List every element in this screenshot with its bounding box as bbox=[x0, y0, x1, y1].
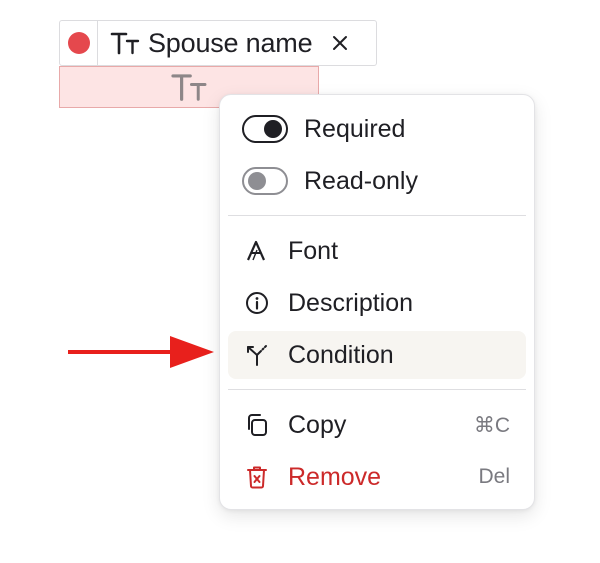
menu-item-copy[interactable]: Copy ⌘C bbox=[228, 401, 526, 449]
readonly-toggle-row[interactable]: Read-only bbox=[242, 163, 512, 199]
field-name-area: Spouse name bbox=[98, 21, 348, 65]
condition-icon bbox=[247, 345, 267, 366]
toggle-knob bbox=[248, 172, 266, 190]
field-header: Spouse name bbox=[59, 20, 377, 66]
field-color-dot bbox=[67, 32, 90, 54]
trash-icon bbox=[247, 466, 267, 489]
field-context-menu: Required Read-only Font Description Cond bbox=[219, 94, 535, 510]
shortcut-label: ⌘C bbox=[473, 413, 510, 437]
menu-item-description[interactable]: Description bbox=[228, 279, 526, 327]
close-icon[interactable] bbox=[332, 35, 348, 51]
menu-item-remove[interactable]: Remove Del bbox=[228, 453, 526, 501]
toggle-knob bbox=[264, 120, 282, 138]
shortcut-label: Del bbox=[478, 465, 510, 488]
menu-item-condition[interactable]: Condition bbox=[228, 331, 526, 379]
menu-item-label: Copy bbox=[288, 410, 347, 439]
required-label: Required bbox=[304, 114, 406, 143]
field-name[interactable]: Spouse name bbox=[148, 28, 313, 59]
text-type-icon bbox=[171, 74, 207, 101]
menu-item-label: Condition bbox=[288, 340, 394, 369]
readonly-label: Read-only bbox=[304, 166, 418, 195]
menu-divider bbox=[228, 215, 526, 216]
text-type-icon bbox=[110, 32, 140, 55]
copy-icon bbox=[248, 414, 267, 436]
menu-item-label: Description bbox=[288, 288, 414, 317]
required-toggle-row[interactable]: Required bbox=[242, 111, 512, 147]
menu-item-label: Remove bbox=[288, 462, 382, 491]
field-color-picker[interactable] bbox=[60, 21, 98, 65]
menu-divider bbox=[228, 389, 526, 390]
required-toggle[interactable] bbox=[242, 115, 288, 143]
info-icon bbox=[246, 292, 268, 314]
readonly-toggle[interactable] bbox=[242, 167, 288, 195]
menu-item-label: Font bbox=[288, 236, 339, 265]
pointer-arrow bbox=[68, 336, 214, 368]
menu-item-font[interactable]: Font bbox=[228, 227, 526, 275]
font-icon bbox=[246, 240, 266, 261]
